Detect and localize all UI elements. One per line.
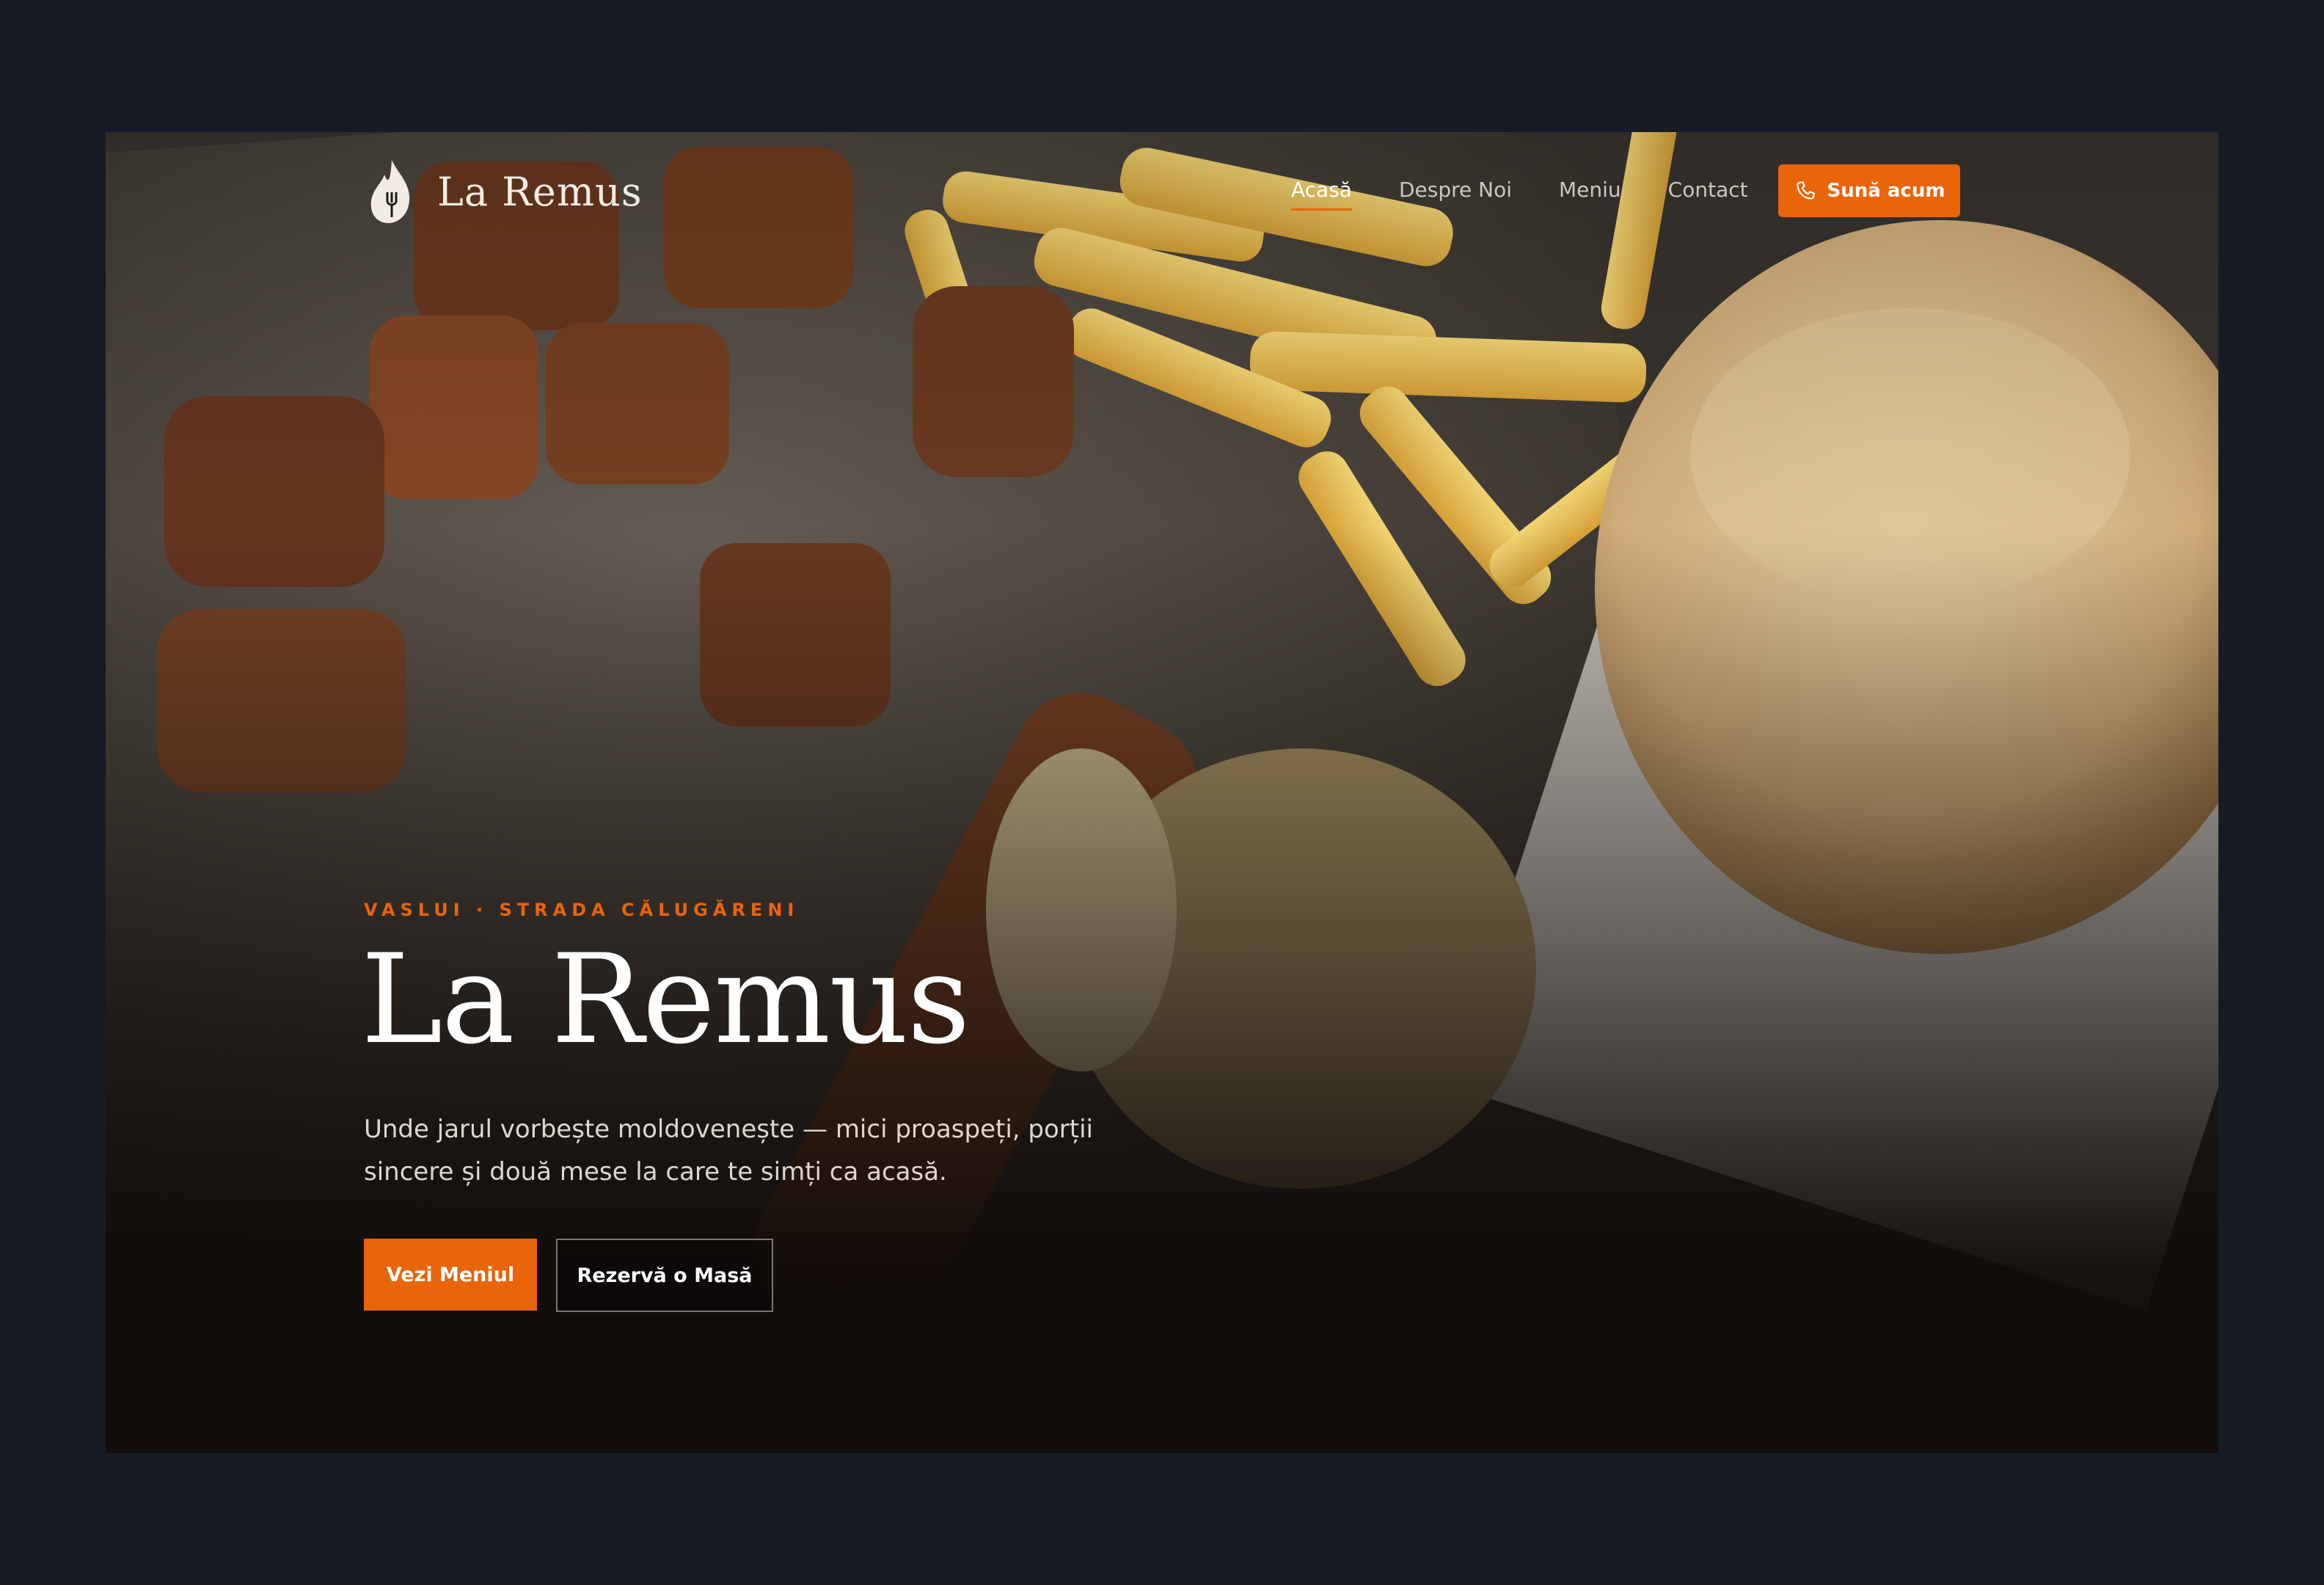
nav-item-despre-noi[interactable]: Despre Noi xyxy=(1399,178,1512,209)
phone-icon xyxy=(1796,181,1815,200)
nav-item-meniu[interactable]: Meniu xyxy=(1559,178,1621,209)
reserve-table-button[interactable]: Rezervă o Masă xyxy=(556,1239,773,1312)
call-now-label: Sună acum xyxy=(1827,180,1945,202)
hero-description: Unde jarul vorbește moldovenește — mici … xyxy=(364,1115,1093,1187)
brand-name: La Remus xyxy=(437,168,643,215)
hero-title: La Remus xyxy=(361,928,971,1071)
hero-section: La Remus Acasă Despre Noi Meniu Contact … xyxy=(106,132,2218,1453)
flame-fork-icon xyxy=(370,160,410,223)
brand-logo[interactable]: La Remus xyxy=(368,158,643,225)
call-now-button[interactable]: Sună acum xyxy=(1778,164,1960,217)
main-navigation: Acasă Despre Noi Meniu Contact xyxy=(1291,178,1795,211)
view-menu-button[interactable]: Vezi Meniul xyxy=(364,1239,537,1311)
nav-item-contact[interactable]: Contact xyxy=(1668,178,1748,209)
nav-item-acasa[interactable]: Acasă xyxy=(1291,178,1352,211)
location-eyebrow: VASLUI · STRADA CĂLUGĂRENI xyxy=(364,900,800,920)
